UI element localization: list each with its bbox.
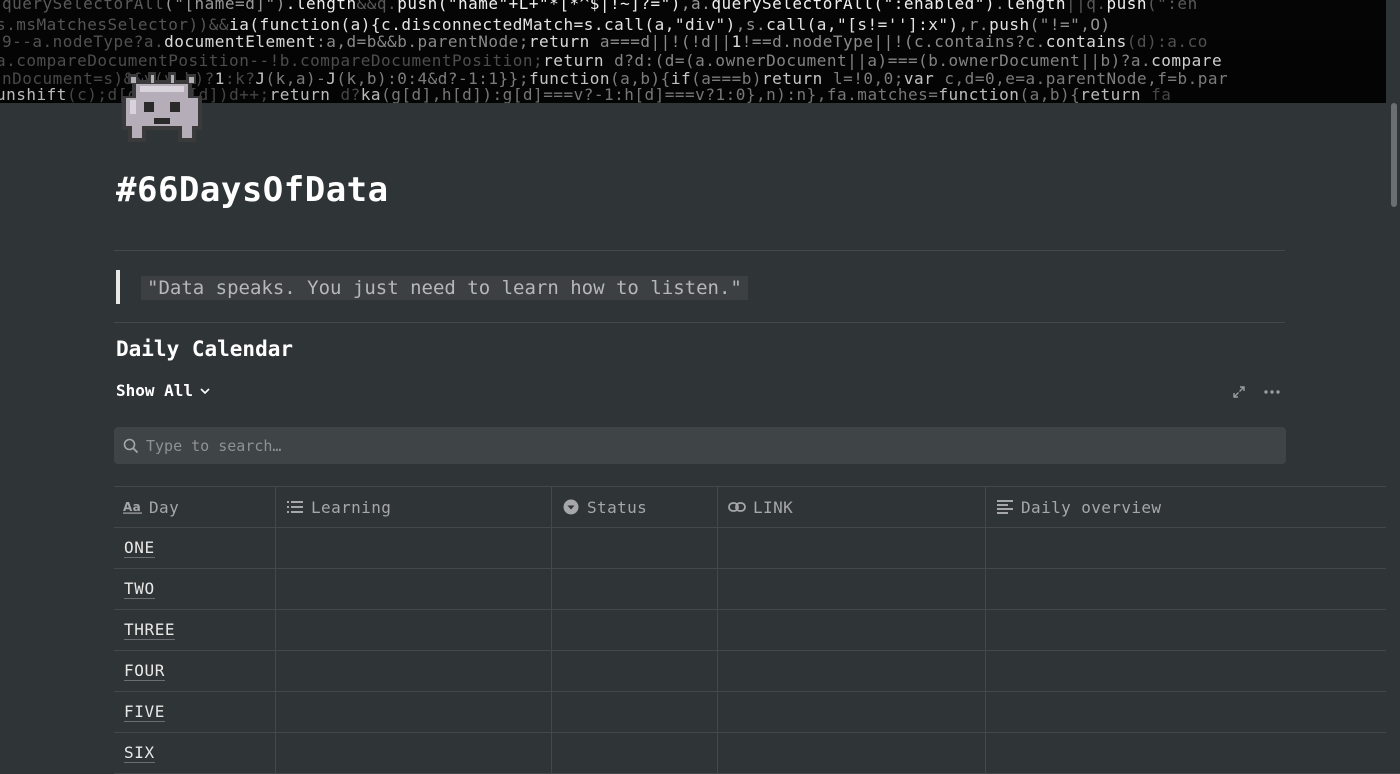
- quote-text[interactable]: "Data speaks. You just need to learn how…: [141, 276, 748, 300]
- day-title[interactable]: FOUR: [124, 661, 165, 681]
- expand-icon[interactable]: [1228, 381, 1250, 403]
- view-label: Show All: [116, 381, 194, 400]
- page-cover-image[interactable]: querySelectorAll("[name=d]").length&&q.p…: [0, 0, 1400, 103]
- day-cell[interactable]: THREE: [114, 610, 276, 650]
- status-cell[interactable]: [552, 692, 718, 732]
- status-cell[interactable]: [552, 569, 718, 609]
- table-row[interactable]: SIX: [114, 733, 1400, 774]
- day-cell[interactable]: ONE: [114, 528, 276, 568]
- day-title[interactable]: FIVE: [124, 702, 165, 722]
- status-icon: [561, 499, 581, 515]
- space-invader-page-icon[interactable]: [118, 68, 206, 146]
- day-cell[interactable]: TWO: [114, 569, 276, 609]
- column-label: Daily overview: [1021, 497, 1162, 517]
- status-cell[interactable]: [552, 733, 718, 773]
- day-cell[interactable]: FIVE: [114, 692, 276, 732]
- table-row[interactable]: TWO: [114, 569, 1400, 610]
- learning-cell[interactable]: [276, 733, 552, 773]
- view-selector[interactable]: Show All: [116, 381, 211, 400]
- text-type-icon: Aa: [123, 500, 143, 514]
- learning-cell[interactable]: [276, 692, 552, 732]
- scrollbar-thumb[interactable]: [1391, 103, 1397, 207]
- learning-cell[interactable]: [276, 528, 552, 568]
- day-cell[interactable]: SIX: [114, 733, 276, 773]
- column-header-learning[interactable]: Learning: [276, 487, 552, 527]
- search-icon: [123, 438, 139, 453]
- status-cell[interactable]: [552, 651, 718, 691]
- text-lines-icon: [995, 500, 1015, 514]
- link-cell[interactable]: [718, 651, 986, 691]
- link-cell[interactable]: [718, 528, 986, 568]
- day-cell[interactable]: FOUR: [114, 651, 276, 691]
- column-label: Status: [587, 497, 648, 517]
- column-header-day[interactable]: Aa Day: [114, 487, 276, 527]
- day-title[interactable]: TWO: [124, 579, 155, 599]
- list-icon: [285, 500, 305, 514]
- column-label: Day: [149, 497, 180, 517]
- day-title[interactable]: ONE: [124, 538, 155, 558]
- table-row[interactable]: FIVE: [114, 692, 1400, 733]
- svg-text:Aa: Aa: [123, 500, 141, 514]
- learning-cell[interactable]: [276, 610, 552, 650]
- database-title[interactable]: Daily Calendar: [116, 337, 293, 361]
- page-title[interactable]: #66DaysOfData: [116, 170, 389, 210]
- daily-overview-cell[interactable]: [986, 733, 1400, 773]
- chevron-down-icon: [200, 387, 210, 394]
- table-row[interactable]: ONE: [114, 528, 1400, 569]
- daily-overview-cell[interactable]: [986, 651, 1400, 691]
- daily-overview-cell[interactable]: [986, 528, 1400, 568]
- column-label: LINK: [753, 497, 794, 517]
- quote-bar: [116, 270, 120, 304]
- learning-cell[interactable]: [276, 569, 552, 609]
- daily-overview-cell[interactable]: [986, 692, 1400, 732]
- link-cell[interactable]: [718, 733, 986, 773]
- daily-overview-cell[interactable]: [986, 610, 1400, 650]
- column-label: Learning: [311, 497, 392, 517]
- divider: [114, 322, 1285, 323]
- more-options-icon[interactable]: [1261, 381, 1283, 403]
- column-header-link[interactable]: LINK: [718, 487, 986, 527]
- link-cell[interactable]: [718, 610, 986, 650]
- column-header-status[interactable]: Status: [552, 487, 718, 527]
- search-bar[interactable]: [114, 427, 1286, 464]
- status-cell[interactable]: [552, 610, 718, 650]
- daily-overview-cell[interactable]: [986, 569, 1400, 609]
- status-cell[interactable]: [552, 528, 718, 568]
- learning-cell[interactable]: [276, 651, 552, 691]
- link-cell[interactable]: [718, 569, 986, 609]
- link-icon: [727, 500, 747, 514]
- column-header-daily-overview[interactable]: Daily overview: [986, 487, 1400, 527]
- search-input[interactable]: [146, 436, 1246, 455]
- database-table: Aa Day Learning Status LINK Daily overvi…: [114, 486, 1400, 774]
- page-scrollbar[interactable]: [1386, 0, 1400, 748]
- table-row[interactable]: THREE: [114, 610, 1400, 651]
- day-title[interactable]: SIX: [124, 743, 155, 763]
- table-row[interactable]: FOUR: [114, 651, 1400, 692]
- divider: [114, 250, 1285, 251]
- table-header: Aa Day Learning Status LINK Daily overvi…: [114, 486, 1400, 528]
- link-cell[interactable]: [718, 692, 986, 732]
- day-title[interactable]: THREE: [124, 620, 176, 640]
